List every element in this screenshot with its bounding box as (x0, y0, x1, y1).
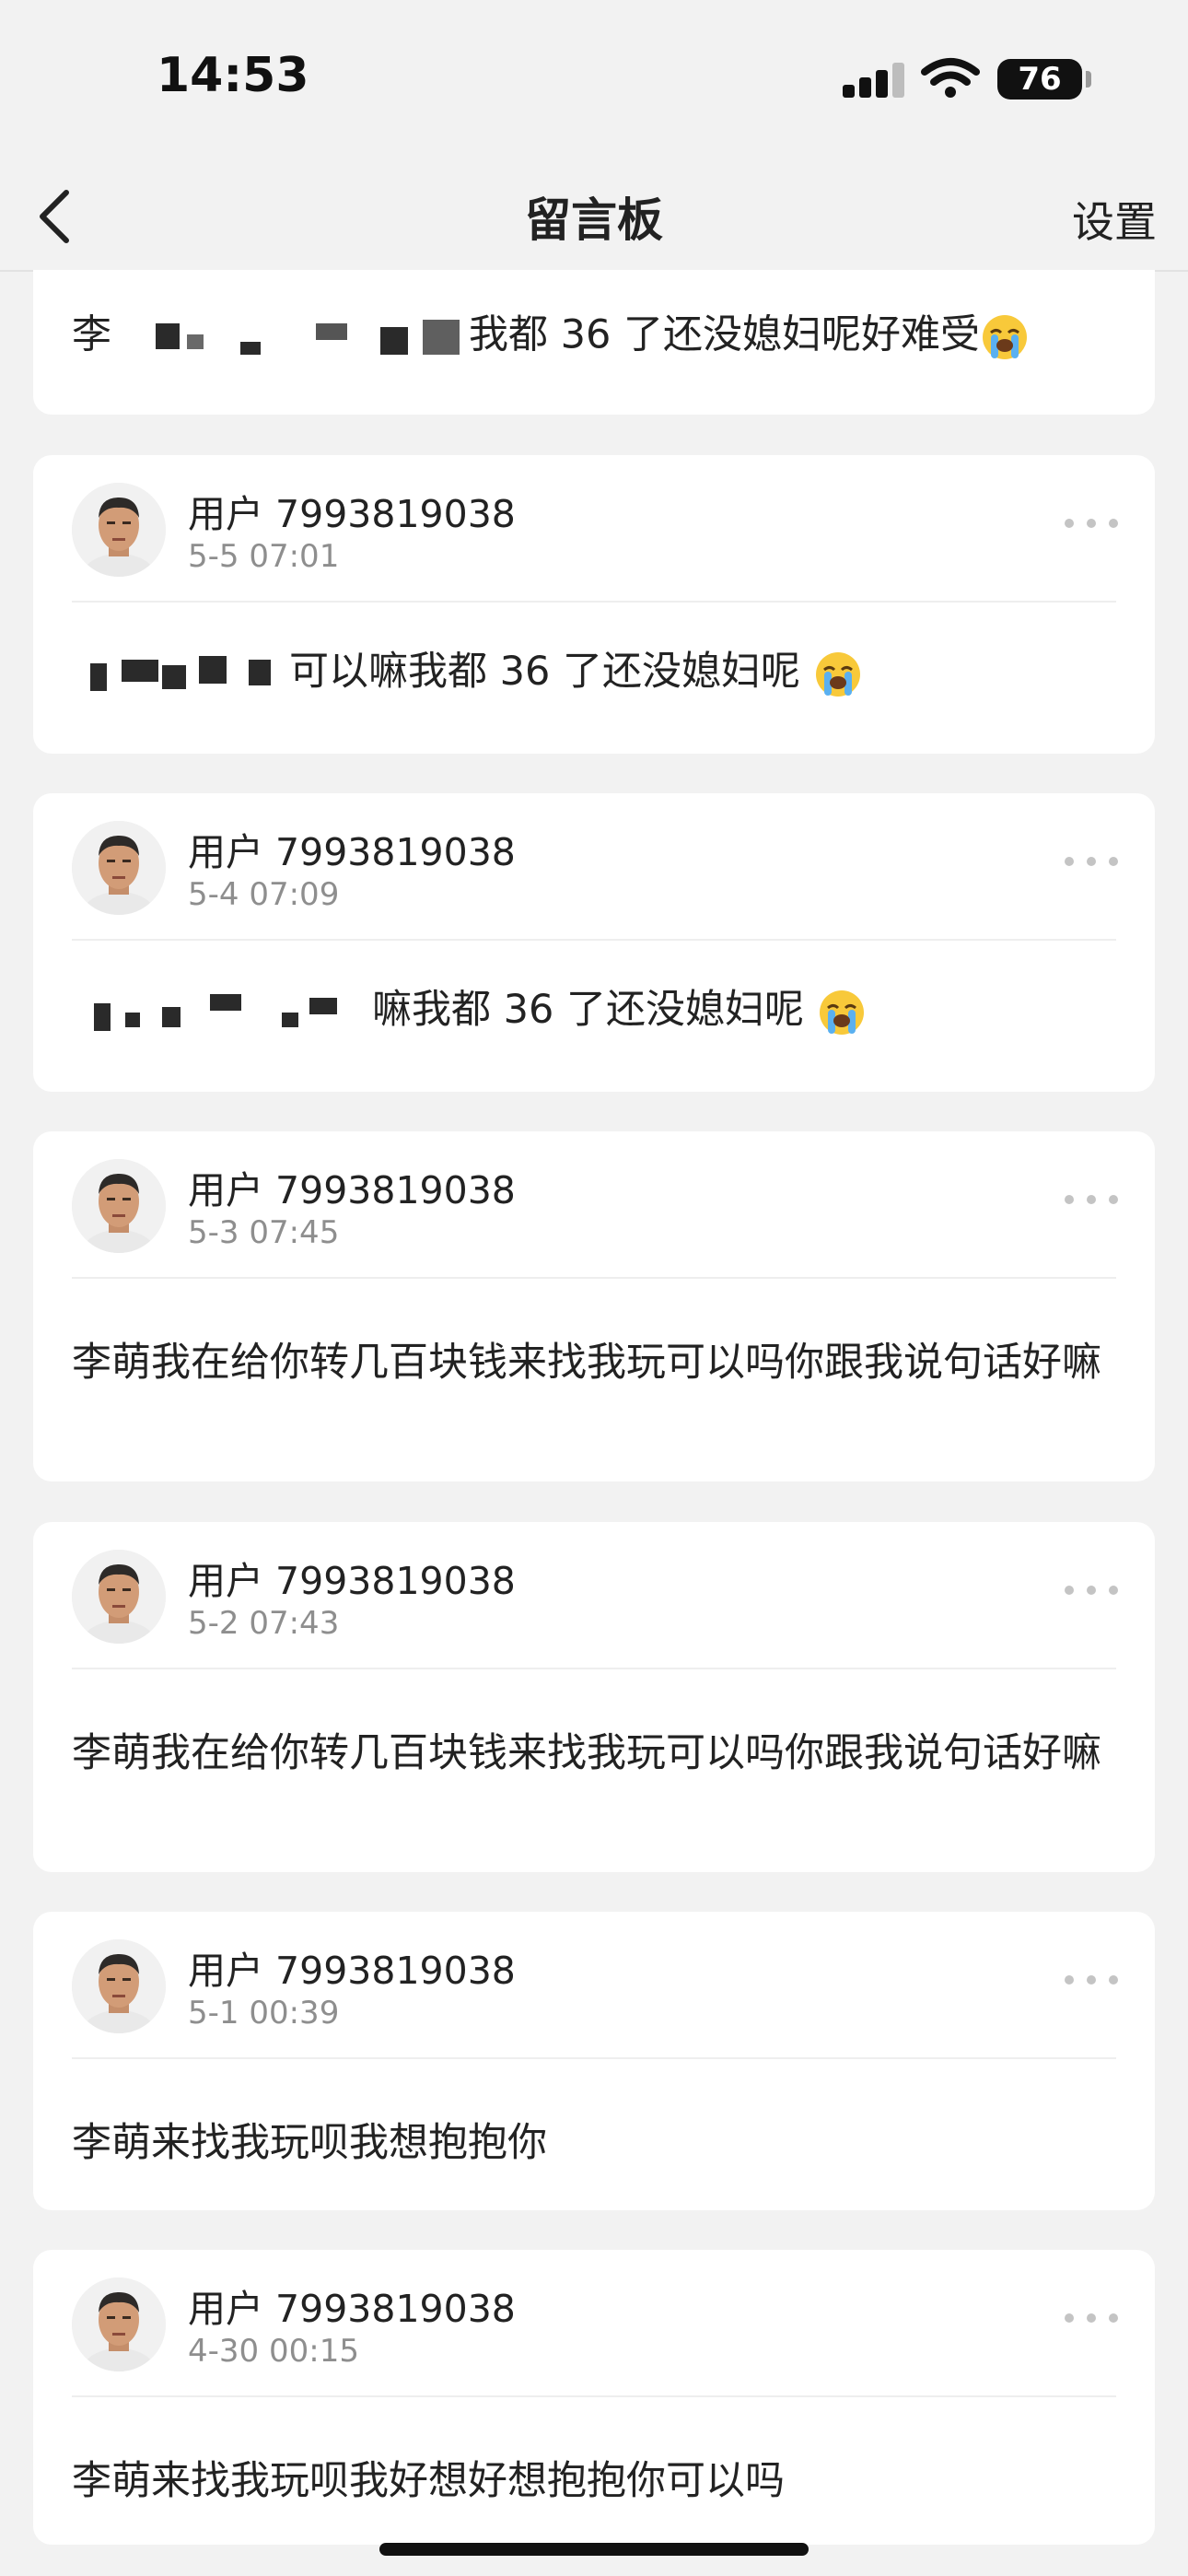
message-card: 用户 7993819038 5-1 00:39 李萌来找我玩呗我想抱抱你 (33, 1912, 1155, 2210)
message-time: 5-1 00:39 (188, 1995, 340, 2032)
message-text-content: 李萌来找我玩呗我好想好想抱抱你可以吗 (72, 2458, 785, 2504)
redacted-text (111, 314, 469, 360)
message-card: 用户 7993819038 4-30 00:15 李萌来找我玩呗我好想好想抱抱你… (33, 2250, 1155, 2545)
message-text-end: 可以嘛我都 36 了还没媳妇呢 (289, 649, 801, 695)
avatar[interactable] (72, 1550, 166, 1644)
divider (72, 601, 1116, 603)
message-time: 5-2 07:43 (188, 1605, 340, 1642)
message-text: 李萌我在给你转几百块钱来找我玩可以吗你跟我说句话好嘛 (72, 1330, 1109, 1395)
more-options-icon[interactable] (1065, 852, 1118, 871)
home-indicator (379, 2543, 809, 2556)
message-text-start: 李 (72, 311, 111, 358)
username[interactable]: 用户 7993819038 (188, 821, 516, 876)
message-time: 5-3 07:45 (188, 1214, 340, 1251)
wifi-icon (921, 58, 980, 98)
message-text-content: 李萌我在给你转几百块钱来找我玩可以吗你跟我说句话好嘛 (72, 1340, 1101, 1386)
loudly-crying-face-icon (983, 315, 1028, 359)
cellular-signal-icon (843, 61, 907, 98)
avatar[interactable] (72, 2277, 166, 2371)
avatar[interactable] (72, 1939, 166, 2033)
status-bar: 14:53 76 (0, 0, 1188, 161)
message-text: 李 我都 36 了还没媳妇呢好难受 (72, 312, 1109, 362)
loudly-crying-face-icon (819, 989, 864, 1035)
message-text: 李萌我在给你转几百块钱来找我玩可以吗你跟我说句话好嘛 (72, 1721, 1109, 1786)
message-card: 李 我都 36 了还没媳妇呢好难受 (33, 270, 1155, 415)
divider (72, 2395, 1116, 2397)
message-time: 5-4 07:09 (188, 876, 340, 913)
username[interactable]: 用户 7993819038 (188, 1550, 516, 1605)
battery-icon: 76 (997, 59, 1091, 100)
loudly-crying-face-icon (815, 651, 860, 697)
status-time: 14:53 (157, 48, 309, 103)
more-options-icon[interactable] (1065, 1581, 1118, 1599)
message-text: 嘛我都 36 了还没媳妇呢 (72, 978, 1109, 1042)
message-card: 用户 7993819038 5-5 07:01 可以嘛我都 36 了还没媳妇呢 (33, 455, 1155, 754)
message-card: 用户 7993819038 5-4 07:09 嘛我都 36 了还没媳妇呢 (33, 793, 1155, 1092)
message-text: 李萌来找我玩呗我想抱抱你 (72, 2111, 1109, 2175)
more-options-icon[interactable] (1065, 1190, 1118, 1209)
username[interactable]: 用户 7993819038 (188, 1939, 516, 1995)
avatar[interactable] (72, 1159, 166, 1253)
message-text-end: 我都 36 了还没媳妇呢好难受 (469, 311, 981, 358)
username[interactable]: 用户 7993819038 (188, 2277, 516, 2333)
redacted-text (72, 646, 289, 702)
divider (72, 1277, 1116, 1279)
more-options-icon[interactable] (1065, 2309, 1118, 2327)
message-card: 用户 7993819038 5-2 07:43 李萌我在给你转几百块钱来找我玩可… (33, 1522, 1155, 1872)
avatar[interactable] (72, 483, 166, 577)
username[interactable]: 用户 7993819038 (188, 1159, 516, 1214)
page-title: 留言板 (525, 193, 663, 247)
username[interactable]: 用户 7993819038 (188, 483, 516, 538)
message-time: 5-5 07:01 (188, 538, 340, 575)
message-card: 用户 7993819038 5-3 07:45 李萌我在给你转几百块钱来找我玩可… (33, 1131, 1155, 1481)
more-options-icon[interactable] (1065, 514, 1118, 533)
redacted-text (72, 984, 372, 1040)
nav-bar: 留言板 设置 (0, 161, 1188, 272)
divider (72, 939, 1116, 941)
divider (72, 1668, 1116, 1669)
message-time: 4-30 00:15 (188, 2333, 359, 2370)
avatar[interactable] (72, 821, 166, 915)
message-text-content: 李萌我在给你转几百块钱来找我玩可以吗你跟我说句话好嘛 (72, 1730, 1101, 1776)
message-text: 李萌来找我玩呗我好想好想抱抱你可以吗 (72, 2449, 1109, 2513)
message-text-end: 嘛我都 36 了还没媳妇呢 (372, 987, 805, 1033)
divider (72, 2057, 1116, 2059)
message-text-content: 李萌来找我玩呗我想抱抱你 (72, 2120, 547, 2166)
settings-button[interactable]: 设置 (1072, 189, 1157, 250)
more-options-icon[interactable] (1065, 1971, 1118, 1989)
message-text: 可以嘛我都 36 了还没媳妇呢 (72, 639, 1109, 704)
